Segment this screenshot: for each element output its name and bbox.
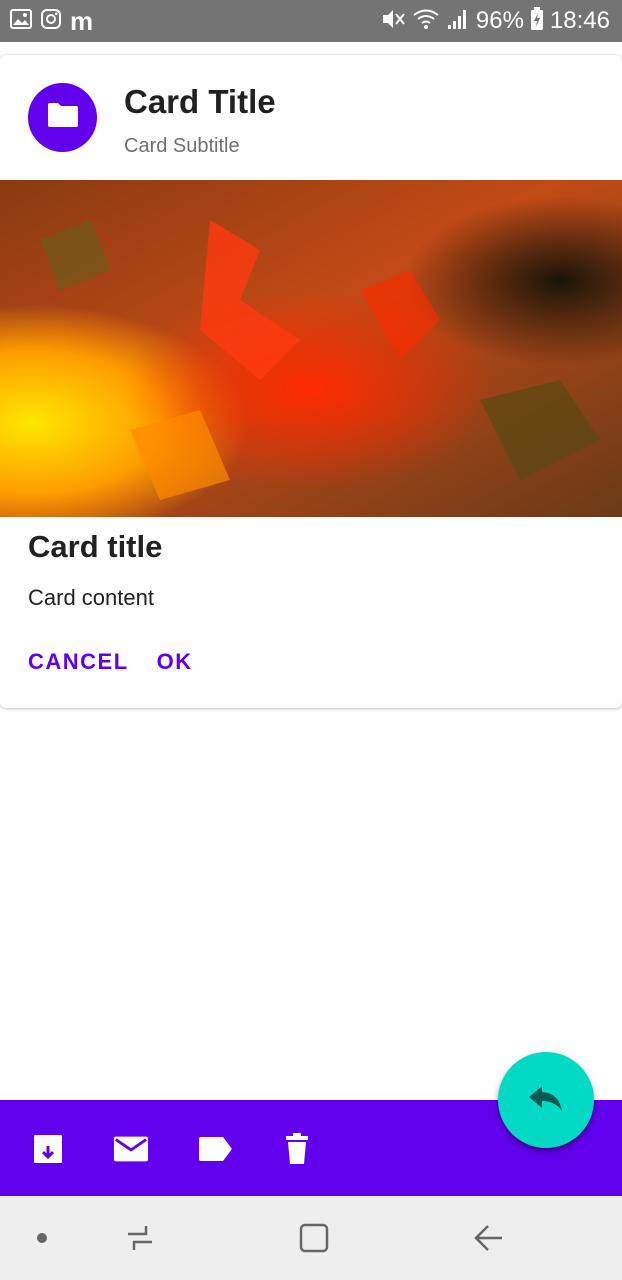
dot-icon[interactable] [22, 1220, 62, 1256]
mail-icon[interactable] [113, 1132, 149, 1166]
status-right: 96% 18:46 [380, 6, 610, 36]
delete-icon[interactable] [279, 1132, 315, 1166]
card-content-text: Card content [28, 585, 154, 610]
card: Card Title Card Subtitle Card title Card… [0, 55, 622, 708]
recents-icon[interactable] [120, 1220, 160, 1256]
battery-charging-icon [530, 6, 544, 36]
mute-icon [380, 7, 406, 36]
label-icon[interactable] [197, 1132, 233, 1166]
card-media-image [0, 180, 622, 517]
home-icon[interactable] [294, 1220, 334, 1256]
folder-icon [46, 101, 80, 134]
back-icon[interactable] [468, 1220, 508, 1256]
instagram-icon [40, 8, 62, 35]
gallery-icon [10, 8, 32, 34]
card-header-title: Card Title [124, 83, 276, 120]
system-nav-bar [0, 1196, 622, 1280]
cancel-button[interactable]: CANCEL [28, 649, 129, 675]
card-header-subtitle: Card Subtitle [124, 135, 240, 157]
wifi-icon [412, 7, 440, 36]
signal-icon [446, 7, 470, 36]
card-actions: CANCEL OK [28, 649, 193, 675]
avatar [28, 83, 97, 152]
battery-percent: 96% [475, 7, 524, 34]
reply-fab[interactable] [498, 1052, 594, 1148]
card-body-title: Card title [28, 529, 163, 564]
app-letter: m [70, 6, 94, 36]
status-bar: m 96% 18:46 [0, 0, 622, 42]
ok-button[interactable]: OK [157, 649, 193, 675]
status-left: m [10, 8, 93, 34]
clock: 18:46 [549, 7, 610, 34]
reply-icon [527, 1082, 565, 1119]
archive-icon[interactable] [30, 1132, 66, 1166]
